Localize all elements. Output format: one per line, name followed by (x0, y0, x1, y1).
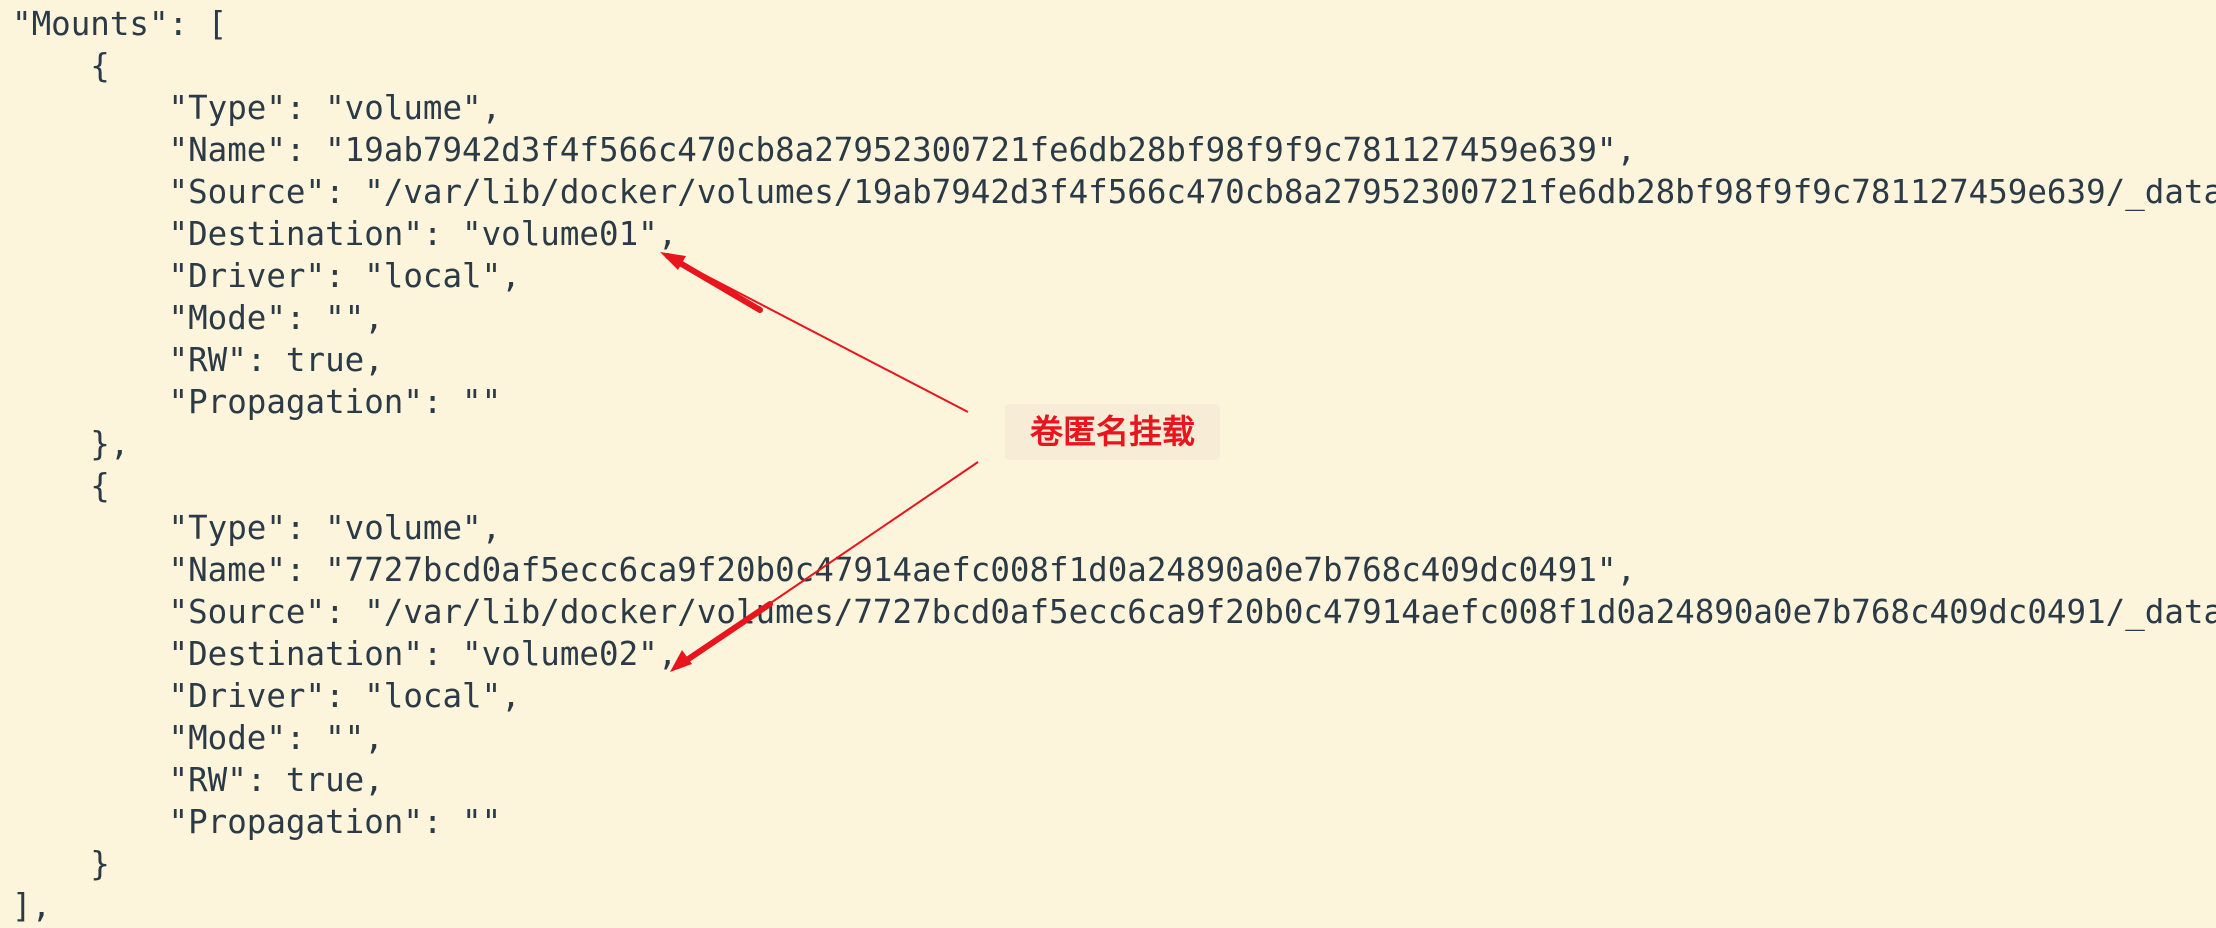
arrow-to-volume02-shaft (675, 601, 773, 669)
arrowhead-volume02 (670, 650, 692, 672)
annotation-label: 卷匿名挂载 (1005, 404, 1220, 460)
annotation-arrows (660, 252, 979, 672)
arrow-to-volume01-shaft (665, 253, 763, 313)
terminal-output: "Mounts": [ { "Type": "volume", "Name": … (0, 0, 2216, 928)
